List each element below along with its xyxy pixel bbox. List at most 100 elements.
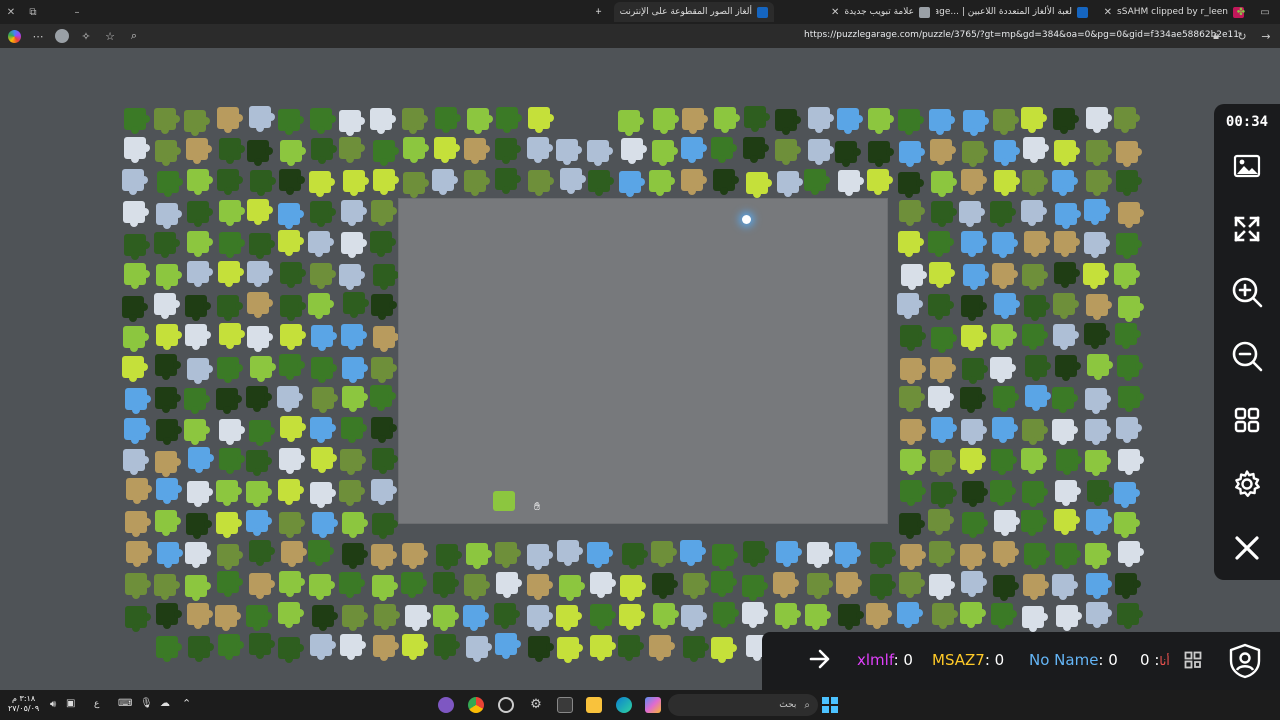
puzzle-piece[interactable] <box>993 109 1019 135</box>
puzzle-piece[interactable] <box>962 141 988 167</box>
puzzle-piece[interactable] <box>280 140 306 166</box>
puzzle-piece[interactable] <box>184 419 210 445</box>
puzzle-piece[interactable] <box>312 512 338 538</box>
puzzle-piece[interactable] <box>959 201 985 227</box>
puzzle-piece[interactable] <box>1116 233 1142 259</box>
puzzle-piece[interactable] <box>279 571 305 597</box>
puzzle-piece[interactable] <box>217 107 243 133</box>
puzzle-piece[interactable] <box>467 108 493 134</box>
puzzle-piece[interactable] <box>900 419 926 445</box>
puzzle-piece[interactable] <box>157 171 183 197</box>
puzzle-piece[interactable] <box>1118 296 1144 322</box>
puzzle-piece[interactable] <box>775 109 801 135</box>
puzzle-piece[interactable] <box>249 540 275 566</box>
puzzle-piece[interactable] <box>279 512 305 538</box>
puzzle-piece[interactable] <box>188 447 214 473</box>
puzzle-piece[interactable] <box>310 634 336 660</box>
puzzle-piece[interactable] <box>899 141 925 167</box>
puzzle-piece[interactable] <box>619 171 645 197</box>
extension-icon[interactable]: ✤ <box>1230 0 1252 24</box>
puzzle-piece[interactable] <box>280 295 306 321</box>
account-button[interactable] <box>1228 643 1262 683</box>
puzzle-piece[interactable] <box>929 541 955 567</box>
close-tab-icon[interactable]: ✕ <box>1104 7 1112 18</box>
puzzle-piece[interactable] <box>185 295 211 321</box>
puzzle-piece[interactable] <box>124 263 150 289</box>
puzzle-piece[interactable] <box>370 108 396 134</box>
puzzle-piece[interactable] <box>218 634 244 660</box>
discord-icon[interactable] <box>438 697 454 713</box>
puzzle-piece[interactable] <box>155 354 181 380</box>
puzzle-piece[interactable] <box>1024 231 1050 257</box>
puzzle-piece[interactable] <box>280 324 306 350</box>
puzzle-piece[interactable] <box>123 326 149 352</box>
puzzle-piece[interactable] <box>528 636 554 662</box>
puzzle-piece[interactable] <box>622 543 648 569</box>
puzzle-piece[interactable] <box>838 170 864 196</box>
network-icon[interactable]: ▣ <box>66 698 75 709</box>
store-icon[interactable] <box>557 697 573 713</box>
puzzle-piece[interactable] <box>714 107 740 133</box>
input-language[interactable]: ع <box>94 699 99 709</box>
puzzle-piece[interactable] <box>247 292 273 318</box>
puzzle-piece[interactable] <box>1022 606 1048 632</box>
puzzle-piece[interactable] <box>777 171 803 197</box>
new-tab-button[interactable]: + <box>596 2 608 22</box>
volume-icon[interactable]: 🔊︎ <box>50 699 56 710</box>
browser-logo-icon[interactable] <box>2 24 26 48</box>
app-icon[interactable] <box>498 697 514 713</box>
puzzle-piece[interactable] <box>187 231 213 257</box>
puzzle-piece[interactable] <box>742 575 768 601</box>
puzzle-piece[interactable] <box>309 171 335 197</box>
puzzle-piece[interactable] <box>990 480 1016 506</box>
puzzle-piece[interactable] <box>898 231 924 257</box>
puzzle-piece[interactable] <box>870 574 896 600</box>
puzzle-piece[interactable] <box>188 636 214 662</box>
puzzle-piece[interactable] <box>897 293 923 319</box>
puzzle-piece[interactable] <box>403 172 429 198</box>
puzzle-piece[interactable] <box>929 574 955 600</box>
settings-taskbar-icon[interactable]: ⚙ <box>528 697 544 713</box>
puzzle-piece[interactable] <box>931 327 957 353</box>
show-hidden-icons-icon[interactable]: ⌃ <box>182 697 191 710</box>
puzzle-piece[interactable] <box>587 140 613 166</box>
puzzle-piece[interactable] <box>246 386 272 412</box>
puzzle-piece[interactable] <box>1054 509 1080 535</box>
tab-3[interactable]: ألغاز الصور المقطوعة على الإنترنت ✕ <box>614 2 774 22</box>
puzzle-piece[interactable] <box>1086 602 1112 628</box>
puzzle-piece[interactable] <box>126 541 152 567</box>
tab-1[interactable]: لعبة الألغاز المتعددة اللاعبين | ...age … <box>936 2 1094 22</box>
puzzle-piece[interactable] <box>247 326 273 352</box>
puzzle-piece[interactable] <box>434 634 460 660</box>
puzzle-piece[interactable] <box>311 357 337 383</box>
puzzle-piece[interactable] <box>527 605 553 631</box>
puzzle-piece[interactable] <box>1116 141 1142 167</box>
puzzle-piece[interactable] <box>495 168 521 194</box>
puzzle-piece[interactable] <box>496 107 522 133</box>
puzzle-piece[interactable] <box>649 170 675 196</box>
puzzle-piece[interactable] <box>1053 293 1079 319</box>
puzzle-piece[interactable] <box>154 574 180 600</box>
puzzle-piece[interactable] <box>1053 324 1079 350</box>
puzzle-piece[interactable] <box>963 264 989 290</box>
puzzle-piece[interactable] <box>311 138 337 164</box>
puzzle-piece[interactable] <box>711 637 737 663</box>
puzzle-piece[interactable] <box>157 542 183 568</box>
puzzle-piece[interactable] <box>1085 543 1111 569</box>
tab-actions-icon[interactable]: ⧉ <box>22 0 44 24</box>
puzzle-piece[interactable] <box>1084 323 1110 349</box>
puzzle-piece[interactable] <box>217 544 243 570</box>
puzzle-piece[interactable] <box>1115 323 1141 349</box>
puzzle-piece[interactable] <box>342 512 368 538</box>
puzzle-piece[interactable] <box>681 605 707 631</box>
puzzle-piece[interactable] <box>246 450 272 476</box>
puzzle-piece[interactable] <box>713 602 739 628</box>
puzzle-piece[interactable] <box>372 448 398 474</box>
puzzle-piece[interactable] <box>899 572 925 598</box>
puzzle-piece[interactable] <box>219 323 245 349</box>
puzzle-piece[interactable] <box>961 169 987 195</box>
puzzle-piece[interactable] <box>836 572 862 598</box>
puzzle-piece[interactable] <box>960 448 986 474</box>
puzzle-piece[interactable] <box>215 605 241 631</box>
puzzle-piece[interactable] <box>560 168 586 194</box>
